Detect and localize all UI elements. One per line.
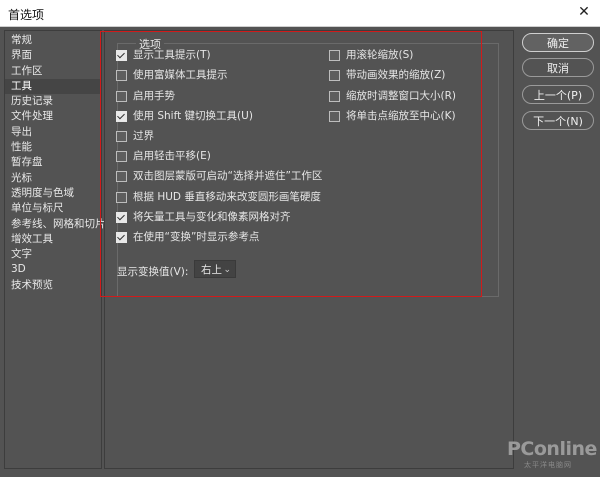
option-label: 使用 Shift 键切换工具(U): [133, 110, 253, 122]
option-label: 过界: [133, 130, 154, 142]
sidebar-item[interactable]: 性能: [5, 140, 101, 155]
option-left-8[interactable]: 将矢量工具与变化和像素网格对齐: [116, 209, 291, 225]
option-right-3[interactable]: 将单击点缩放至中心(K): [329, 108, 456, 124]
sidebar-item[interactable]: 3D: [5, 262, 101, 277]
checkbox[interactable]: [329, 90, 340, 102]
sidebar-item[interactable]: 常规: [5, 33, 101, 48]
option-label: 根据 HUD 垂直移动来改变圆形画笔硬度: [133, 191, 321, 203]
ok-button[interactable]: 确定: [522, 33, 594, 52]
checkbox[interactable]: [116, 211, 127, 223]
cancel-button[interactable]: 取消: [522, 58, 594, 77]
option-left-7[interactable]: 根据 HUD 垂直移动来改变圆形画笔硬度: [116, 189, 321, 205]
option-label: 缩放时调整窗口大小(R): [346, 90, 456, 102]
watermark-subtitle: 太平洋电脑网: [524, 461, 572, 469]
checkbox[interactable]: [116, 231, 127, 243]
sidebar-item[interactable]: 导出: [5, 125, 101, 140]
option-label: 将单击点缩放至中心(K): [346, 110, 456, 122]
sidebar-item[interactable]: 界面: [5, 48, 101, 63]
option-label: 启用轻击平移(E): [133, 150, 211, 162]
sidebar-item[interactable]: 参考线、网格和切片: [5, 217, 106, 232]
option-right-1[interactable]: 带动画效果的缩放(Z): [329, 67, 445, 83]
watermark-logo: PConline: [507, 438, 597, 460]
option-left-5[interactable]: 启用轻击平移(E): [116, 148, 211, 164]
option-right-2[interactable]: 缩放时调整窗口大小(R): [329, 88, 456, 104]
preferences-sidebar: 常规 界面 工作区 工具 历史记录 文件处理 导出 性能 暂存盘 光标 透明度与色域 单位与标尺 参考线…: [4, 30, 106, 469]
preferences-dialog: 首选项 ✕ 常规 界面 工作区 工具 历史记录 文件处理 导出 性能 暂存盘 光标 透明度与色域 单位…: [0, 0, 600, 477]
sidebar-item[interactable]: 文字: [5, 247, 101, 262]
option-left-3[interactable]: 使用 Shift 键切换工具(U): [116, 108, 253, 124]
sidebar-item[interactable]: 暂存盘: [5, 155, 101, 170]
option-left-1[interactable]: 使用富媒体工具提示: [116, 67, 228, 83]
sidebar-item[interactable]: 文件处理: [5, 109, 101, 124]
option-left-0[interactable]: 显示工具提示(T): [116, 47, 211, 63]
option-left-6[interactable]: 双击图层蒙版可启动“选择并遮住”工作区: [116, 168, 322, 184]
title-bar: 首选项 ✕: [0, 0, 600, 27]
option-label: 显示工具提示(T): [133, 49, 211, 61]
option-label: 在使用“变换”时显示参考点: [133, 231, 260, 243]
chevron-down-icon: ⌄: [223, 265, 231, 275]
dialog-title: 首选项: [8, 8, 45, 22]
checkbox[interactable]: [329, 69, 340, 81]
sidebar-item[interactable]: 光标: [5, 171, 101, 186]
checkbox[interactable]: [116, 130, 127, 142]
next-button[interactable]: 下一个(N): [522, 111, 594, 130]
option-right-0[interactable]: 用滚轮缩放(S): [329, 47, 413, 63]
sidebar-item[interactable]: 历史记录: [5, 94, 101, 109]
display-transform-value: 右上: [201, 264, 222, 276]
sidebar-item[interactable]: 增效工具: [5, 232, 101, 247]
display-transform-select[interactable]: 右上 ⌄: [194, 260, 236, 278]
checkbox[interactable]: [116, 69, 127, 81]
sidebar-item[interactable]: 工具: [5, 78, 101, 95]
checkbox[interactable]: [116, 170, 127, 182]
close-icon[interactable]: ✕: [574, 2, 594, 22]
checkbox[interactable]: [329, 110, 340, 122]
sidebar-item[interactable]: 透明度与色域: [5, 186, 101, 201]
checkbox[interactable]: [116, 191, 127, 203]
sidebar-item[interactable]: 单位与标尺: [5, 201, 101, 216]
option-left-2[interactable]: 启用手势: [116, 88, 175, 104]
sidebar-item[interactable]: 技术预览: [5, 278, 101, 293]
checkbox[interactable]: [116, 150, 127, 162]
checkbox[interactable]: [329, 49, 340, 61]
previous-button[interactable]: 上一个(P): [522, 85, 594, 104]
sidebar-item[interactable]: 工作区: [5, 64, 101, 79]
checkbox[interactable]: [116, 90, 127, 102]
option-label: 启用手势: [133, 90, 175, 102]
checkbox[interactable]: [116, 49, 127, 61]
checkbox[interactable]: [116, 110, 127, 122]
display-transform-label: 显示变换值(V):: [117, 266, 189, 278]
option-label: 使用富媒体工具提示: [133, 69, 228, 81]
option-label: 用滚轮缩放(S): [346, 49, 414, 61]
option-label: 将矢量工具与变化和像素网格对齐: [133, 211, 291, 223]
option-left-9[interactable]: 在使用“变换”时显示参考点: [116, 229, 259, 245]
option-label: 带动画效果的缩放(Z): [346, 69, 446, 81]
option-left-4[interactable]: 过界: [116, 128, 154, 144]
option-label: 双击图层蒙版可启动“选择并遮住”工作区: [133, 170, 323, 182]
